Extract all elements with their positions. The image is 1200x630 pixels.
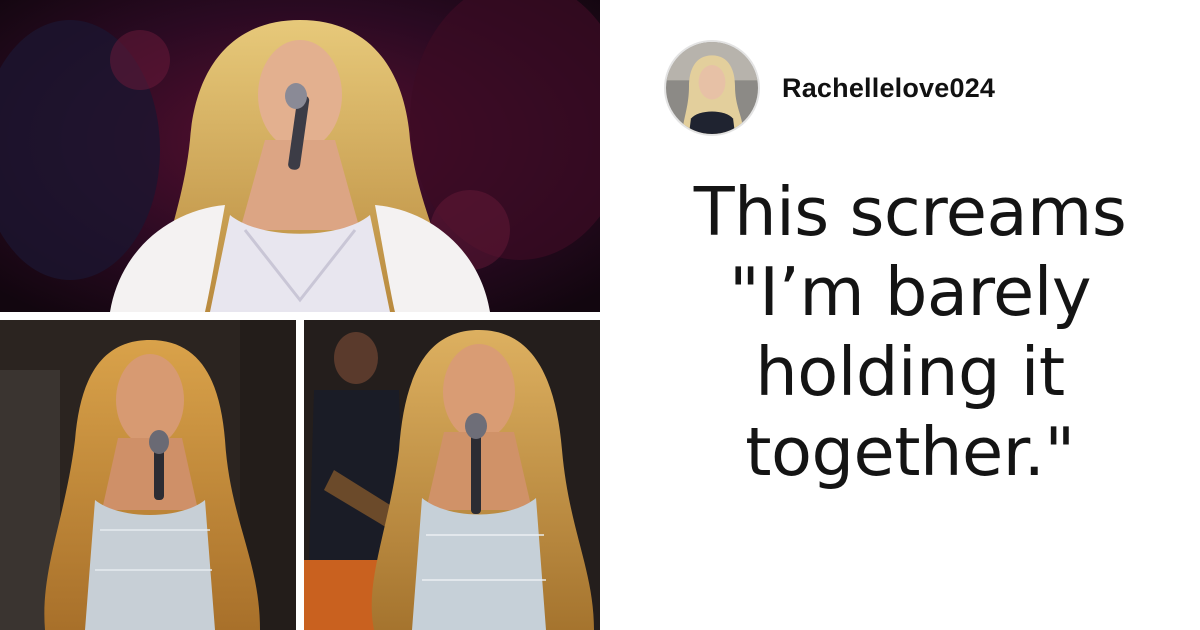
avatar (664, 40, 760, 136)
comment-line: This screams (693, 173, 1127, 251)
performer-closeup-left-image (0, 320, 296, 630)
comment-line: holding it (755, 333, 1065, 411)
comment-card: Rachellelove024 This screams "I’m barely… (600, 0, 1200, 630)
performer-on-stage-image (0, 0, 600, 312)
photo-collage (0, 0, 600, 630)
comment-line: together." (745, 413, 1075, 491)
comment-author: Rachellelove024 (664, 40, 995, 136)
performer-closeup-right-image (304, 320, 600, 630)
comment-text: This screams "I’m barely holding it toge… (640, 172, 1180, 492)
username: Rachellelove024 (782, 72, 996, 103)
comment-line: "I’m barely (728, 253, 1092, 331)
